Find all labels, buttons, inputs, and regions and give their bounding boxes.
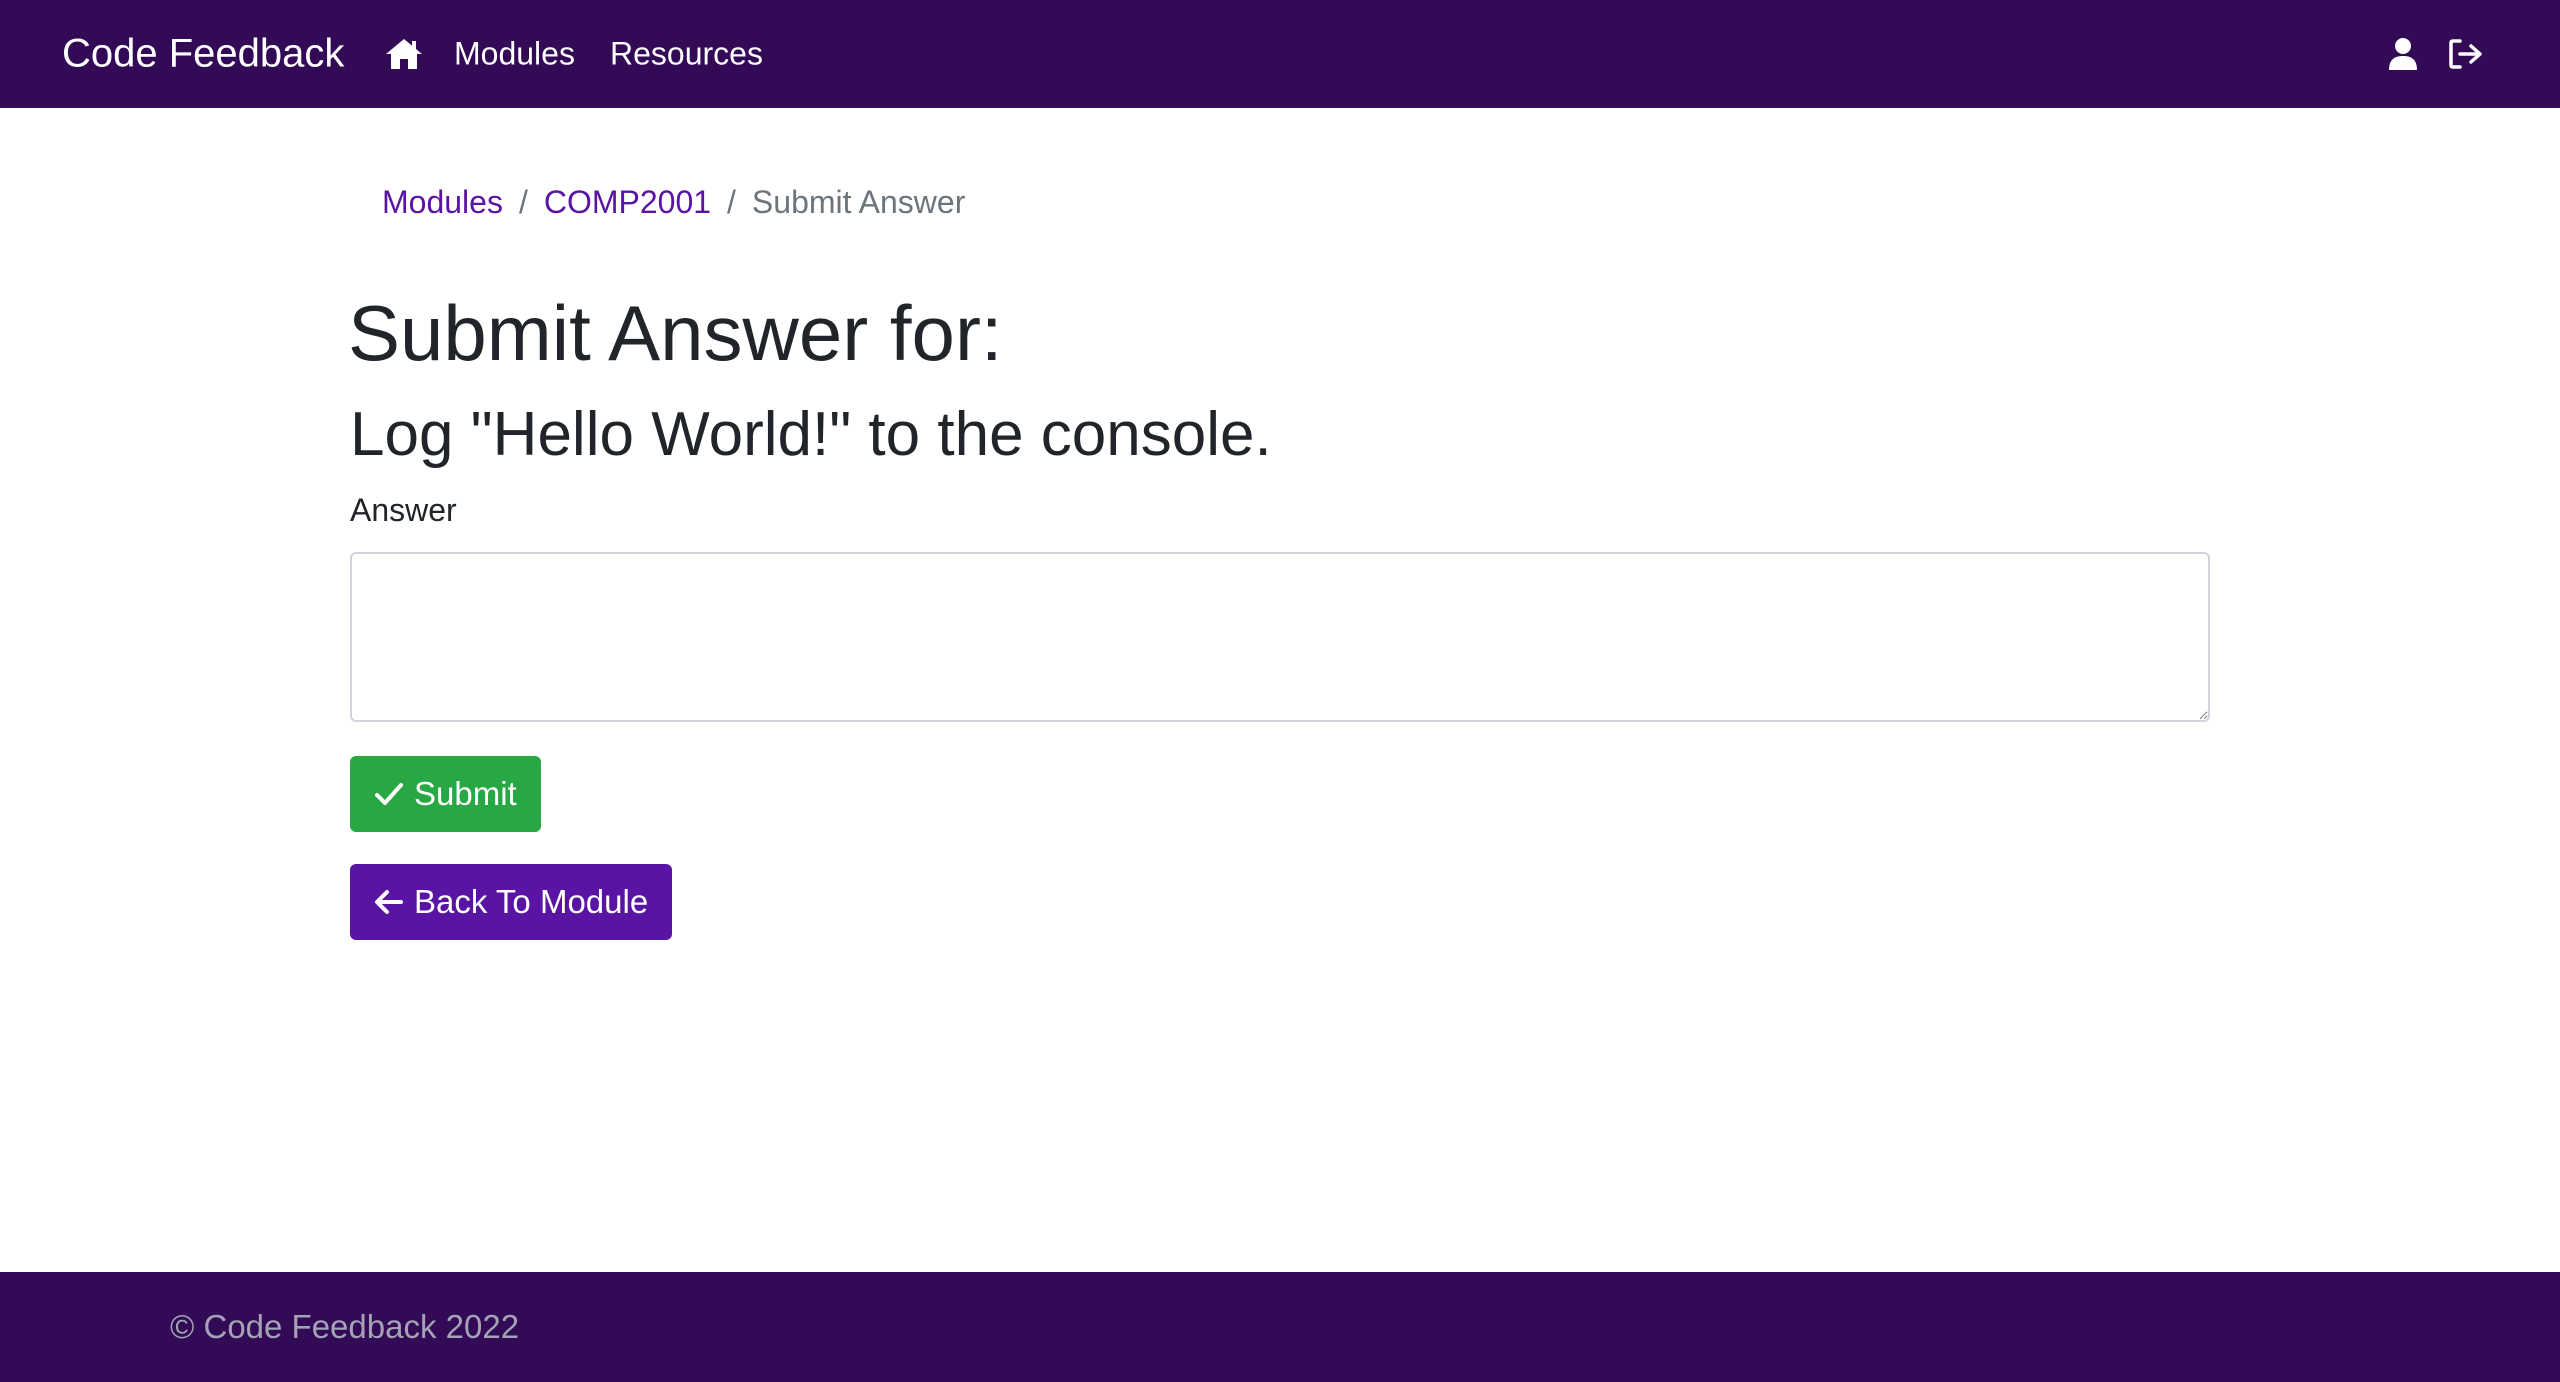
breadcrumb: Modules / COMP2001 / Submit Answer <box>382 184 965 221</box>
breadcrumb-separator: / <box>518 184 528 220</box>
breadcrumb-modules[interactable]: Modules <box>382 184 503 221</box>
nav-link-resources[interactable]: Resources <box>610 36 763 73</box>
breadcrumb-separator: / <box>727 184 736 220</box>
breadcrumb-current: Submit Answer <box>751 184 966 220</box>
question-text: Log "Hello World!" to the console. <box>350 400 1272 469</box>
submit-label: Submit <box>414 775 517 812</box>
answer-label: Answer <box>350 492 457 528</box>
footer-copyright: © Code Feedback 2022 <box>170 1308 520 1345</box>
footer: © Code Feedback 2022 <box>0 1272 2560 1382</box>
breadcrumb-module-code[interactable]: COMP2001 <box>544 184 711 221</box>
submit-button[interactable]: Submit <box>350 756 541 832</box>
back-to-module-button[interactable]: Back To Module <box>350 864 673 940</box>
back-label: Back To Module <box>414 883 649 920</box>
page-title: Submit Answer for: <box>348 289 1003 377</box>
top-navbar: Code Feedback Modules Resources <box>0 0 2560 108</box>
check-icon <box>374 781 404 807</box>
nav-link-modules[interactable]: Modules <box>454 36 575 73</box>
arrow-left-icon <box>374 888 404 916</box>
answer-textarea[interactable] <box>350 552 2210 722</box>
home-icon[interactable] <box>384 37 424 71</box>
logout-icon[interactable] <box>2448 38 2484 70</box>
brand-link[interactable]: Code Feedback <box>62 32 344 77</box>
user-icon[interactable] <box>2388 38 2418 70</box>
